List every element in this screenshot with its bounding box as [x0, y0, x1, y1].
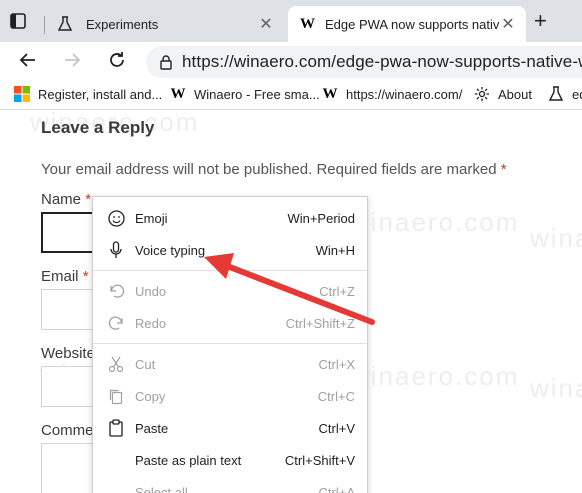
email-label: Email * — [41, 268, 89, 285]
bookmark-register[interactable]: Register, install and... — [14, 86, 162, 102]
paste-icon — [107, 419, 125, 437]
emoji-icon — [107, 209, 125, 227]
menu-item-voice-typing[interactable]: Voice typing Win+H — [93, 234, 367, 266]
menu-shortcut: Win+H — [315, 242, 355, 258]
forward-arrow-icon — [65, 53, 81, 67]
menu-item-redo[interactable]: Redo Ctrl+Shift+Z — [93, 307, 367, 339]
menu-label: Paste as plain text — [135, 452, 242, 468]
bookmark-label: Register, install and... — [38, 86, 163, 102]
winaero-logo-icon: W — [322, 85, 338, 102]
bookmark-winaero[interactable]: W Winaero - Free sma... — [170, 86, 320, 102]
flask-icon — [58, 16, 74, 32]
menu-label: Copy — [135, 388, 166, 404]
bookmark-ed[interactable]: ed — [548, 86, 582, 102]
bookmark-label: Winaero - Free sma... — [194, 86, 320, 102]
menu-label: Cut — [135, 356, 156, 372]
cut-icon — [107, 355, 125, 373]
watermark: winaero.com — [350, 207, 520, 237]
menu-shortcut: Ctrl+C — [317, 388, 355, 404]
menu-shortcut: Ctrl+A — [318, 484, 355, 493]
tab-title: Experiments — [86, 16, 159, 32]
bookmark-winaero-url[interactable]: W https://winaero.com/ — [322, 85, 463, 102]
tab-experiments[interactable]: Experiments ✕ — [44, 6, 284, 42]
context-menu: Emoji Win+Period Voice typing Win+H Undo… — [92, 196, 368, 493]
winaero-logo-icon: W — [300, 15, 315, 32]
menu-item-cut[interactable]: Cut Ctrl+X — [93, 348, 367, 380]
back-button[interactable] — [18, 50, 38, 74]
copy-icon — [107, 387, 125, 405]
menu-label: Paste — [135, 420, 169, 436]
refresh-icon — [110, 52, 124, 67]
bookmark-label: https://winaero.com/ — [346, 86, 463, 102]
bookmark-label: ed — [572, 86, 582, 102]
tab-edge-pwa[interactable]: W Edge PWA now supports native V ✕ — [288, 6, 526, 42]
undo-icon — [107, 282, 125, 300]
microsoft-logo-icon — [14, 86, 30, 102]
menu-label: Undo — [135, 283, 167, 299]
tab-actions-icon[interactable] — [8, 11, 28, 31]
menu-label: Emoji — [135, 210, 168, 226]
address-bar[interactable]: https://winaero.com/edge-pwa-now-support… — [146, 46, 582, 78]
comment-label: Comme — [41, 422, 94, 439]
menu-shortcut: Ctrl+Z — [319, 283, 355, 299]
url-text: https://winaero.com/edge-pwa-now-support… — [182, 52, 582, 71]
tab-strip: Experiments ✕ W Edge PWA now supports na… — [0, 0, 582, 42]
menu-label: Redo — [135, 315, 167, 331]
menu-separator — [93, 343, 367, 344]
watermark: winaero.com — [530, 373, 582, 403]
menu-item-copy[interactable]: Copy Ctrl+C — [93, 380, 367, 412]
gear-icon — [474, 86, 490, 102]
menu-item-select-all[interactable]: Select all Ctrl+A — [93, 476, 367, 493]
menu-item-paste[interactable]: Paste Ctrl+V — [93, 412, 367, 444]
section-heading: Leave a Reply — [41, 118, 155, 137]
close-icon[interactable]: ✕ — [500, 14, 516, 34]
menu-item-emoji[interactable]: Emoji Win+Period — [93, 202, 367, 234]
navigation-toolbar: https://winaero.com/edge-pwa-now-support… — [0, 42, 582, 80]
name-label: Name * — [41, 191, 92, 208]
watermark: winaero.com — [530, 223, 582, 253]
menu-shortcut: Win+Period — [287, 210, 355, 226]
new-tab-button[interactable]: + — [534, 10, 547, 32]
menu-item-undo[interactable]: Undo Ctrl+Z — [93, 275, 367, 307]
bookmark-about[interactable]: About — [474, 86, 532, 102]
bookmark-label: About — [498, 86, 532, 102]
tab-title: Edge PWA now supports native V — [325, 16, 500, 32]
microphone-icon — [107, 241, 125, 259]
menu-shortcut: Ctrl+V — [318, 420, 355, 436]
menu-shortcut: Ctrl+Shift+Z — [285, 315, 355, 331]
forward-button[interactable] — [62, 50, 82, 74]
menu-label: Select all — [135, 484, 188, 493]
required-asterisk: * — [500, 161, 507, 178]
required-note: Your email address will not be published… — [41, 161, 507, 178]
menu-label: Voice typing — [135, 242, 206, 258]
website-label: Website — [41, 345, 95, 362]
watermark: winaero.com — [350, 361, 520, 391]
redo-icon — [107, 314, 125, 332]
lock-icon[interactable] — [160, 54, 172, 70]
winaero-logo-icon: W — [170, 85, 186, 102]
menu-item-paste-plain[interactable]: Paste as plain text Ctrl+Shift+V — [93, 444, 367, 476]
flask-icon — [548, 86, 564, 102]
favorites-bar: Register, install and... W Winaero - Fre… — [0, 80, 582, 110]
close-icon[interactable]: ✕ — [258, 14, 274, 34]
menu-separator — [93, 270, 367, 271]
menu-shortcut: Ctrl+X — [318, 356, 355, 372]
refresh-button[interactable] — [107, 50, 127, 74]
menu-shortcut: Ctrl+Shift+V — [284, 452, 355, 468]
back-arrow-icon — [19, 53, 35, 67]
